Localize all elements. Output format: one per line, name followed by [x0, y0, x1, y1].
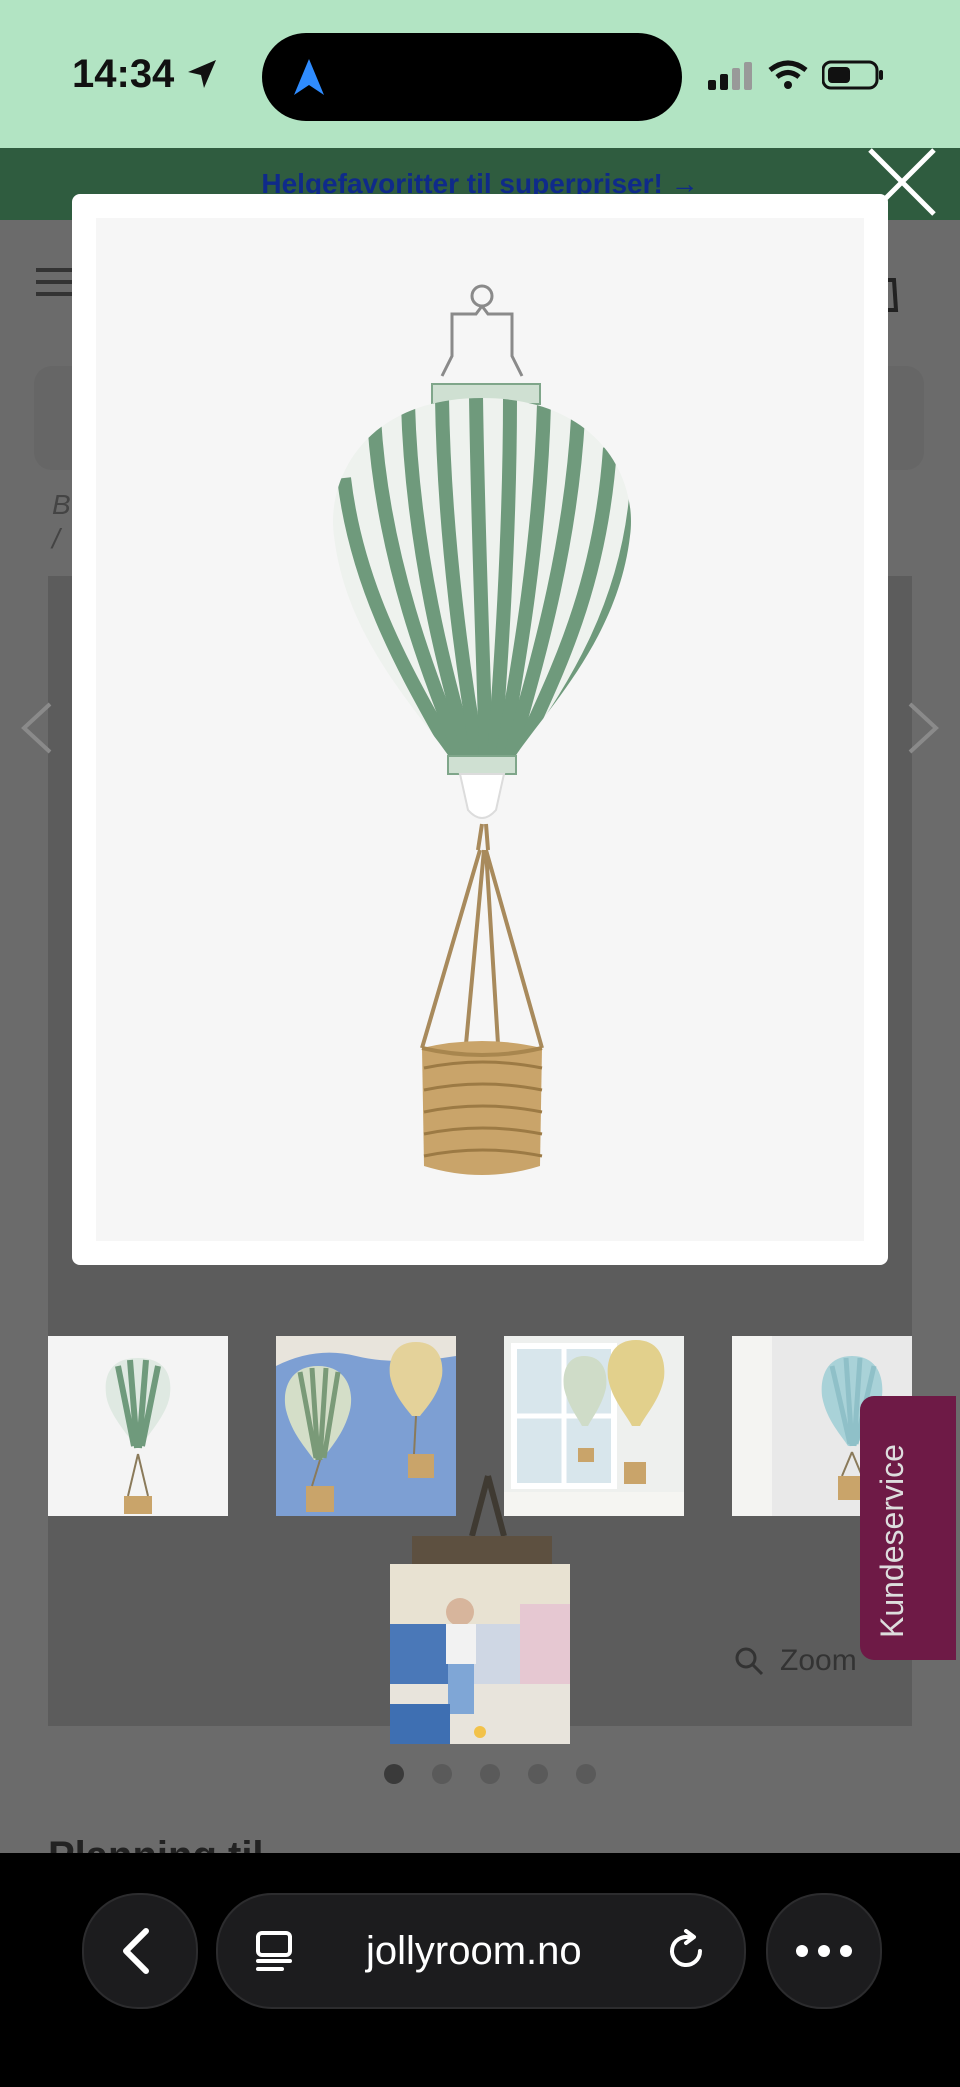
- image-modal: [72, 194, 888, 1265]
- menu-icon[interactable]: [36, 266, 76, 298]
- dynamic-island: [262, 33, 682, 121]
- gallery-dot-2[interactable]: [432, 1764, 452, 1784]
- customer-service-label: Kundeservice: [874, 1444, 910, 1638]
- breadcrumb[interactable]: B /: [52, 488, 71, 556]
- wifi-icon: [768, 60, 808, 89]
- back-button[interactable]: [82, 1893, 198, 2009]
- browser-toolbar: jollyroom.no: [0, 1853, 960, 2087]
- thumbnail-2-image: [276, 1336, 456, 1512]
- tabs-icon: [256, 1931, 292, 1971]
- thumbnail-5-image: [390, 1564, 570, 1744]
- signal-icon: [708, 62, 752, 90]
- thumbnail-3-image: [504, 1340, 684, 1516]
- customer-service-tab[interactable]: Kundeservice: [860, 1396, 956, 1660]
- thumbnail-1-image: [105, 1358, 171, 1514]
- zoom-button[interactable]: Zoom: [734, 1644, 857, 1678]
- url-text[interactable]: jollyroom.no: [366, 1929, 582, 1974]
- breadcrumb-line2: /: [52, 523, 60, 554]
- more-button[interactable]: [766, 1893, 882, 2009]
- status-time: 14:34: [72, 52, 175, 96]
- status-icons: [708, 60, 884, 90]
- thumbnail-5[interactable]: [390, 1564, 570, 1744]
- url-bar[interactable]: jollyroom.no: [216, 1893, 746, 2009]
- thumbnail-1[interactable]: [48, 1336, 228, 1516]
- chevron-left-icon: [123, 1928, 149, 1974]
- search-icon: [735, 1647, 764, 1676]
- thumbnail-2[interactable]: [276, 1336, 456, 1516]
- reload-icon[interactable]: [664, 1929, 708, 1973]
- breadcrumb-line1[interactable]: B: [52, 488, 71, 522]
- chevron-left-icon[interactable]: [20, 700, 54, 756]
- gallery-dot-3[interactable]: [480, 1764, 500, 1784]
- modal-product-image[interactable]: [96, 218, 864, 1241]
- thumbnail-3[interactable]: [504, 1336, 684, 1516]
- nav-arrow-icon: [294, 59, 324, 95]
- zoom-label: Zoom: [780, 1644, 857, 1677]
- chevron-right-icon[interactable]: [906, 700, 940, 756]
- gallery-dot-1[interactable]: [384, 1764, 404, 1784]
- status-bar: 14:34: [0, 0, 960, 148]
- battery-icon: [822, 60, 883, 90]
- gallery-dots: [384, 1764, 596, 1784]
- close-icon[interactable]: [862, 142, 942, 222]
- gallery-dot-5[interactable]: [576, 1764, 596, 1784]
- more-icon: [796, 1945, 852, 1957]
- hot-air-balloon-image: [333, 284, 631, 1175]
- gallery-dot-4[interactable]: [528, 1764, 548, 1784]
- location-arrow-icon: [188, 60, 216, 88]
